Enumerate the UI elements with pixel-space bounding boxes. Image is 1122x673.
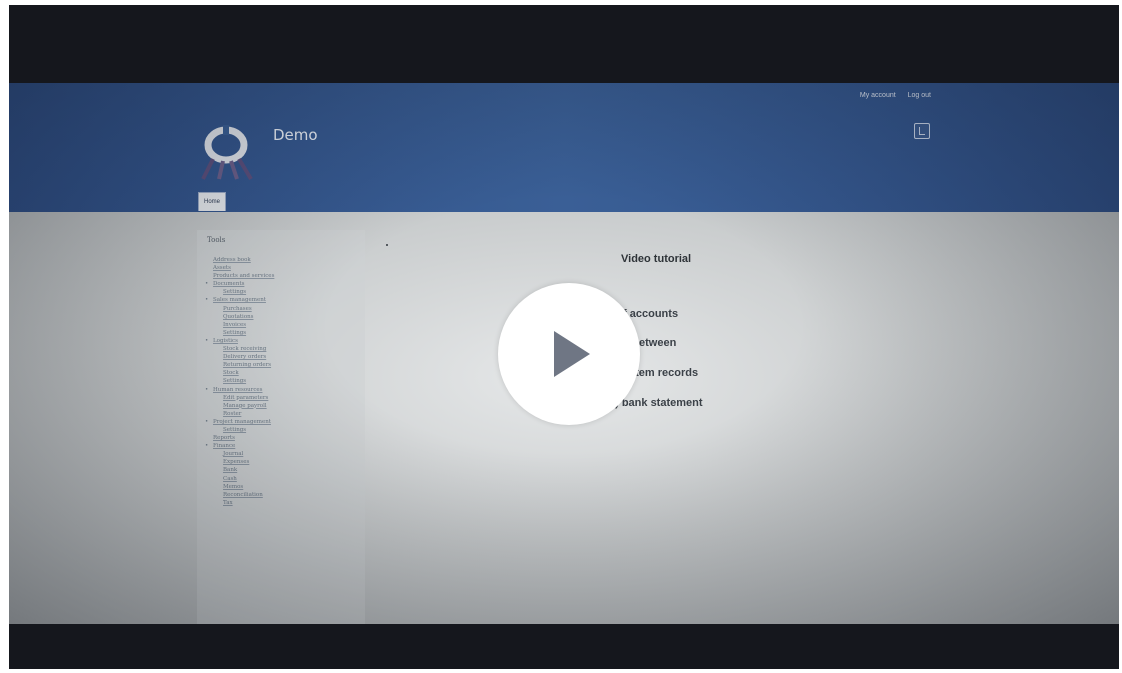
video-text-line-3: stem records	[629, 367, 699, 379]
sidebar-item[interactable]: Logistics	[197, 337, 365, 345]
sidebar-item[interactable]: Stock receiving	[197, 345, 365, 353]
sidebar-item[interactable]: Human resources	[197, 386, 365, 394]
sidebar-item[interactable]: Settings	[197, 377, 365, 385]
sidebar-item[interactable]: Finance	[197, 442, 365, 450]
document-icon[interactable]	[914, 123, 930, 139]
video-text-line-2: etween	[639, 337, 677, 349]
sidebar-item[interactable]: Journal	[197, 450, 365, 458]
video-title: Video tutorial	[621, 253, 692, 265]
site-name: Demo	[273, 126, 318, 144]
sidebar-item[interactable]: Bank	[197, 466, 365, 474]
my-account-link[interactable]: My account	[860, 92, 896, 99]
letterbox-top	[9, 5, 1119, 83]
bullet-dot	[386, 244, 388, 246]
sidebar-item[interactable]: Returning orders	[197, 361, 365, 369]
sidebar-item[interactable]: Stock	[197, 369, 365, 377]
sidebar-item[interactable]: Project management	[197, 418, 365, 426]
sidebar: Tools Address book Assets Products and ser…	[197, 230, 365, 624]
sidebar-item[interactable]: Products and services	[197, 272, 365, 280]
tab-home[interactable]: Home	[198, 192, 226, 211]
sidebar-item[interactable]: Expenses	[197, 458, 365, 466]
sidebar-item[interactable]: Invoices	[197, 321, 365, 329]
play-icon	[554, 331, 590, 377]
sidebar-item[interactable]: Delivery orders	[197, 353, 365, 361]
sidebar-item[interactable]: Memos	[197, 483, 365, 491]
sidebar-item[interactable]: Manage payroll	[197, 402, 365, 410]
sidebar-item[interactable]: Settings	[197, 329, 365, 337]
sidebar-item[interactable]: Edit parameters	[197, 394, 365, 402]
sidebar-item[interactable]: Reconciliation	[197, 491, 365, 499]
play-button[interactable]	[498, 283, 640, 425]
sidebar-item[interactable]: Roster	[197, 410, 365, 418]
letterbox-bottom	[9, 624, 1119, 669]
sidebar-item[interactable]: Reports	[197, 434, 365, 442]
sidebar-item[interactable]: Settings	[197, 288, 365, 296]
logo-icon	[201, 125, 253, 181]
sidebar-item[interactable]: Assets	[197, 264, 365, 272]
sidebar-title: Tools	[207, 236, 226, 244]
sidebar-item[interactable]: Settings	[197, 426, 365, 434]
sidebar-item[interactable]: Tax	[197, 499, 365, 507]
sidebar-item[interactable]: Cash	[197, 475, 365, 483]
sidebar-item[interactable]: Address book	[197, 256, 365, 264]
app-header: My account Log out Demo Home	[9, 83, 1119, 212]
sidebar-item[interactable]: Sales management	[197, 296, 365, 304]
sidebar-item[interactable]: Documents	[197, 280, 365, 288]
video-player[interactable]: My account Log out Demo Home Tools Addre…	[9, 5, 1119, 669]
sidebar-item[interactable]: Quotations	[197, 313, 365, 321]
log-out-link[interactable]: Log out	[908, 92, 931, 99]
sidebar-menu: Address bookAssetsProducts and servicesD…	[197, 256, 365, 507]
top-links: My account Log out	[850, 92, 931, 99]
sidebar-item[interactable]: Purchases	[197, 305, 365, 313]
